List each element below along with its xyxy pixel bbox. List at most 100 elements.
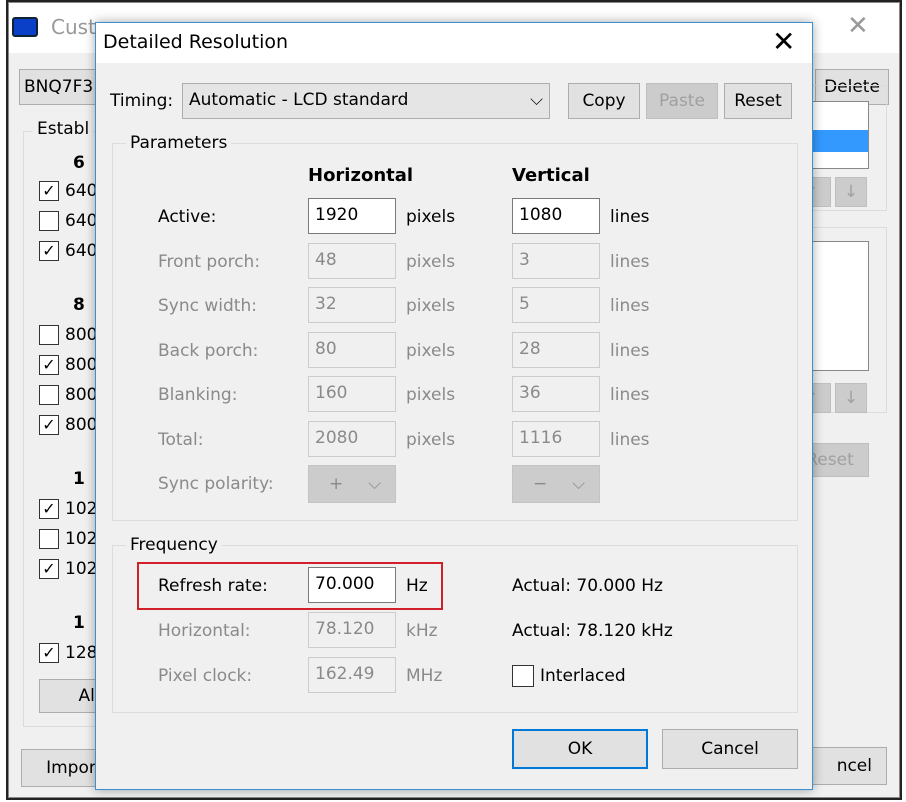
resolution-checkbox[interactable] [39, 325, 59, 345]
timing-select[interactable]: Automatic - LCD standard ⌵ [182, 83, 550, 119]
horizontal-unit: pixels [406, 385, 456, 406]
param-label: Total: [158, 430, 204, 450]
timing-value: Automatic - LCD standard [189, 90, 409, 110]
resolution-label: 640 [65, 181, 98, 201]
parameters-title: Parameters [126, 133, 232, 153]
move-down-button-2[interactable]: ↓ [835, 383, 867, 413]
resolution-checkbox[interactable]: ✓ [39, 241, 59, 261]
resolution-label: 640 [65, 241, 98, 261]
paste-label: Paste [659, 91, 705, 111]
resolution-checkbox[interactable]: ✓ [39, 559, 59, 579]
dialog-title: Detailed Resolution [103, 31, 289, 53]
ok-label: OK [567, 739, 593, 759]
refresh-rate-value: 70.000 [315, 574, 375, 594]
resolution-checkbox[interactable]: ✓ [39, 181, 59, 201]
horizontal-freq-value: 78.120 [315, 619, 375, 639]
vertical-value: 5 [519, 294, 530, 315]
horizontal-freq-unit: kHz [406, 621, 438, 641]
resolution-label: 128 [65, 643, 98, 663]
cancel-button[interactable]: Cancel [662, 729, 798, 769]
vertical-unit: lines [610, 430, 650, 450]
resolution-checkbox[interactable] [39, 529, 59, 549]
window-title: Cust [51, 15, 96, 39]
horizontal-unit: pixels [406, 430, 456, 450]
copy-button[interactable]: Copy [568, 83, 640, 119]
close-icon[interactable]: ✕ [772, 25, 795, 58]
parameters-group [112, 143, 798, 521]
horizontal-input[interactable]: 1920 [308, 198, 396, 234]
vertical-input: 28 [512, 331, 600, 368]
vertical-value: 1116 [519, 428, 563, 448]
move-down-button[interactable]: ↓ [835, 177, 867, 207]
group-header: 1 [73, 613, 85, 633]
resolution-checkbox[interactable] [39, 211, 59, 231]
sync-polarity-v-select[interactable]: − ⌵ [512, 465, 600, 503]
vertical-input[interactable]: 1080 [512, 198, 600, 234]
pixel-clock-unit: MHz [406, 666, 443, 686]
refresh-actual: Actual: 70.000 Hz [512, 576, 663, 596]
param-label: Blanking: [158, 385, 238, 406]
horizontal-freq-input: 78.120 [308, 612, 396, 648]
horizontal-input: 32 [308, 287, 396, 324]
resolution-label: 102 [65, 559, 98, 579]
resolution-checkbox[interactable] [39, 385, 59, 405]
cancel-label: ncel [836, 756, 872, 776]
horizontal-unit: pixels [406, 296, 456, 317]
detailed-resolution-dialog: Detailed Resolution ✕ Timing: Automatic … [95, 22, 813, 790]
vertical-unit: lines [610, 385, 650, 406]
vertical-header: Vertical [512, 165, 590, 186]
vertical-input: 3 [512, 242, 600, 279]
horizontal-input: 80 [308, 331, 396, 368]
horizontal-value: 160 [315, 383, 348, 404]
group-header: 8 [73, 295, 85, 315]
monitor-icon [12, 17, 38, 37]
vertical-value: 28 [519, 338, 541, 359]
horizontal-input: 160 [308, 376, 396, 413]
horizontal-freq-label: Horizontal: [158, 621, 251, 641]
vertical-input: 36 [512, 376, 600, 413]
horizontal-value: 1920 [315, 205, 359, 225]
ok-button[interactable]: OK [512, 729, 648, 769]
sync-polarity-label: Sync polarity: [158, 474, 274, 494]
reset-label: Reset [806, 450, 854, 470]
resolution-checkbox[interactable]: ✓ [39, 643, 59, 663]
pixel-clock-value: 162.49 [315, 664, 375, 684]
horizontal-value: 32 [315, 294, 337, 315]
horizontal-value: 48 [315, 249, 337, 270]
group-header: 1 [73, 469, 85, 489]
vertical-unit: lines [610, 251, 650, 272]
resolution-checkbox[interactable]: ✓ [39, 499, 59, 519]
chevron-down-icon: ⌵ [530, 90, 543, 110]
reset-button[interactable]: Reset [724, 83, 792, 119]
horizontal-actual: Actual: 78.120 kHz [512, 621, 673, 641]
interlaced-checkbox[interactable] [512, 665, 534, 687]
sync-v-value: − [533, 474, 548, 494]
chevron-down-icon: ⌵ [572, 474, 585, 494]
vertical-unit: lines [610, 207, 650, 227]
resolution-checkbox[interactable]: ✓ [39, 415, 59, 435]
param-label: Sync width: [158, 296, 257, 317]
chevron-down-icon: ⌵ [368, 474, 381, 494]
close-icon[interactable]: ✕ [847, 11, 869, 41]
paste-button[interactable]: Paste [646, 83, 718, 119]
refresh-rate-unit: Hz [406, 576, 428, 596]
sync-polarity-h-select[interactable]: + ⌵ [308, 465, 396, 503]
resolution-label: 102 [65, 499, 98, 519]
horizontal-unit: pixels [406, 340, 456, 361]
refresh-rate-input[interactable]: 70.000 [308, 567, 396, 603]
vertical-unit: lines [610, 296, 650, 317]
horizontal-input: 2080 [308, 421, 396, 457]
monitor-select[interactable]: BNQ7F3 [19, 69, 99, 105]
vertical-input: 5 [512, 287, 600, 324]
resolution-label: 800 [65, 325, 98, 345]
resolution-label: 800 [65, 415, 98, 435]
vertical-value: 1080 [519, 205, 563, 225]
horizontal-header: Horizontal [308, 165, 414, 186]
resolution-checkbox[interactable]: ✓ [39, 355, 59, 375]
refresh-rate-label: Refresh rate: [158, 576, 268, 596]
resolution-label: 102 [65, 529, 98, 549]
horizontal-value: 2080 [315, 428, 359, 448]
horizontal-value: 80 [315, 338, 337, 359]
vertical-unit: lines [610, 340, 650, 361]
frequency-title: Frequency [126, 535, 222, 555]
